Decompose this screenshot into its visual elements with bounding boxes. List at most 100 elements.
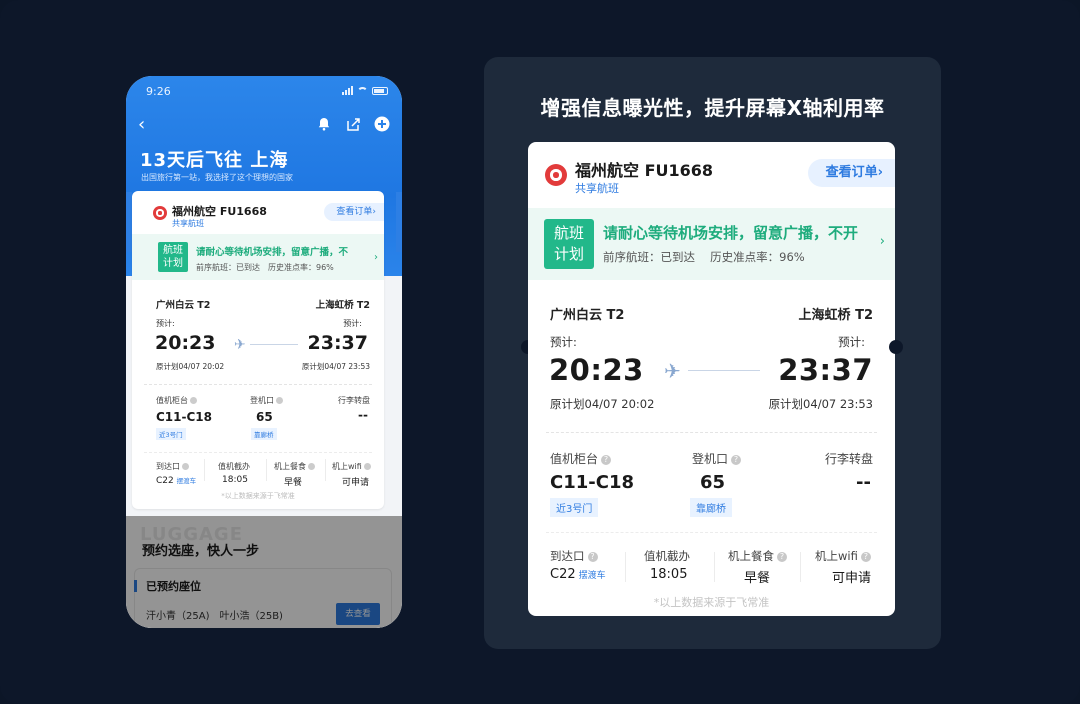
badge-line-2: 计划: [163, 258, 183, 269]
help-icon[interactable]: [308, 463, 315, 470]
help-icon[interactable]: ?: [860, 551, 871, 562]
data-source-note: *以上数据来源于飞常准: [221, 492, 295, 500]
checkin-close-value: 18:05: [222, 475, 248, 485]
wifi-label-text: 机上wifi: [815, 549, 858, 563]
badge-line-1: 航班: [553, 224, 584, 242]
arrival-exit-value-text: C22: [550, 567, 576, 582]
phone-mockup: 9:26 ‹ 13天后飞往 上海 出国旅行第一站，我选择了这个理想的国家 福州航…: [126, 76, 402, 628]
divider: [266, 459, 267, 481]
arrival-exit-label-text: 到达口: [156, 462, 180, 471]
gate-value: 65: [700, 472, 726, 493]
meal-label[interactable]: 机上餐食: [274, 461, 315, 472]
checkin-close-label: 值机截办: [644, 549, 690, 563]
share-icon[interactable]: [345, 116, 361, 132]
arrival-planned: 原计划04/07 23:53: [768, 397, 873, 411]
arrival-exit-value-text: C22: [156, 476, 174, 486]
wifi-label[interactable]: 机上wifi?: [815, 548, 871, 564]
checkin-close-value: 18:05: [650, 567, 688, 582]
back-icon[interactable]: ‹: [138, 116, 145, 134]
status-icons: [342, 86, 388, 95]
arrival-exit-label[interactable]: 到达口?: [550, 548, 598, 564]
notice-text: 请耐心等待机场安排，留意广播，不开: [603, 224, 859, 242]
checkin-counter-label[interactable]: 值机柜台: [156, 395, 197, 406]
chevron-right-icon: ›: [879, 234, 885, 249]
shared-flight-label: 共享航班: [172, 219, 204, 228]
gate-value: 65: [256, 410, 273, 424]
departure-airport: 广州白云 T2: [156, 300, 211, 311]
help-icon[interactable]: [363, 463, 371, 470]
departure-estimate-label: 预计:: [550, 335, 577, 349]
shuttle-tag: 摆渡车: [176, 477, 197, 485]
hero-subtitle: 出国旅行第一站，我选择了这个理想的国家: [141, 173, 293, 182]
meal-label-text: 机上餐食: [274, 462, 306, 471]
status-time: 9:26: [146, 85, 171, 98]
plane-icon: ✈: [234, 337, 246, 353]
gate-label[interactable]: 登机口?: [692, 450, 742, 467]
departure-planned: 原计划04/07 20:02: [550, 397, 655, 411]
shared-flight-label: 共享航班: [575, 182, 619, 195]
panel-headline: 增强信息曝光性，提升屏幕X轴利用率: [540, 96, 885, 120]
checkin-counter-value: C11-C18: [550, 472, 634, 493]
arrival-estimate-label: 预计:: [343, 319, 362, 328]
airline-name: 福州航空 FU1668: [172, 205, 267, 218]
arrival-exit-value: C22 摆渡车: [550, 567, 606, 582]
checkin-counter-label-text: 值机柜台: [156, 396, 188, 405]
departure-planned: 原计划04/07 20:02: [156, 362, 225, 371]
add-icon[interactable]: [374, 116, 390, 132]
nav-bar: ‹: [138, 116, 390, 136]
data-source-note: *以上数据来源于飞常准: [653, 596, 770, 609]
checkin-counter-tag: 近3号门: [156, 428, 186, 440]
notice-text: 请耐心等待机场安排，留意广播，不: [196, 247, 349, 258]
badge-line-1: 航班: [163, 245, 183, 256]
notice-subtext: 前序航班：已到达 历史准点率：96%: [603, 250, 805, 264]
departure-time: 20:23: [549, 353, 644, 387]
chevron-right-icon: ›: [374, 252, 378, 263]
flight-plan-badge: 航班 计划: [158, 242, 188, 272]
meal-value: 早餐: [284, 478, 303, 488]
help-icon[interactable]: ?: [601, 454, 612, 465]
flight-plan-badge: 航班 计划: [544, 219, 594, 269]
notice-subtext: 前序航班：已到达 历史准点率：96%: [196, 263, 334, 272]
divider: [625, 552, 626, 582]
divider: [546, 532, 877, 533]
help-icon[interactable]: [276, 397, 283, 404]
departure-time: 20:23: [155, 332, 216, 354]
canvas: 9:26 ‹ 13天后飞往 上海 出国旅行第一站，我选择了这个理想的国家 福州航…: [0, 0, 1080, 704]
help-icon[interactable]: ?: [777, 551, 787, 562]
checkin-counter-value: C11-C18: [156, 410, 212, 424]
arrival-exit-label[interactable]: 到达口: [156, 461, 189, 472]
help-icon[interactable]: ?: [587, 551, 598, 562]
departure-airport: 广州白云 T2: [550, 308, 625, 323]
meal-label[interactable]: 机上餐食?: [728, 548, 787, 564]
arrival-time: 23:37: [307, 332, 368, 354]
divider: [144, 452, 372, 453]
view-order-button[interactable]: 查看订单›: [807, 159, 895, 187]
checkin-close-label: 值机截办: [218, 462, 250, 471]
bell-icon[interactable]: [316, 116, 332, 132]
hero-title: 13天后飞往 上海: [140, 150, 289, 171]
checkin-counter-label[interactable]: 值机柜台?: [550, 450, 612, 467]
wifi-icon: [357, 86, 368, 95]
checkin-counter-tag: 近3号门: [550, 498, 599, 517]
carousel-edge-right: [396, 192, 402, 252]
gate-tag: 靠廊桥: [251, 428, 277, 440]
wifi-value: 可申请: [832, 571, 872, 586]
battery-icon: [372, 86, 388, 95]
wifi-label[interactable]: 机上wifi: [332, 461, 371, 472]
route-line: [688, 370, 760, 371]
divider: [800, 552, 801, 582]
arrival-time: 23:37: [778, 353, 873, 387]
help-icon[interactable]: [190, 397, 197, 404]
help-icon[interactable]: ?: [731, 454, 742, 465]
help-icon[interactable]: [182, 463, 189, 470]
plane-icon: ✈: [664, 359, 681, 383]
view-order-button[interactable]: 查看订单›: [324, 203, 384, 221]
wifi-value: 可申请: [342, 478, 370, 488]
gate-label-text: 登机口: [692, 452, 729, 466]
flight-card: 福州航空 FU1668 共享航班 查看订单› 航班 计划 请耐心等待机场安排，留…: [132, 191, 384, 509]
airline-name: 福州航空 FU1668: [575, 161, 714, 180]
gate-label[interactable]: 登机口: [250, 395, 283, 406]
gate-tag: 靠廊桥: [690, 498, 732, 517]
airline-logo-icon: [545, 164, 567, 186]
highlight-panel: 增强信息曝光性，提升屏幕X轴利用率 福州航空 FU1668 共享航班 查看订单›…: [484, 57, 941, 649]
